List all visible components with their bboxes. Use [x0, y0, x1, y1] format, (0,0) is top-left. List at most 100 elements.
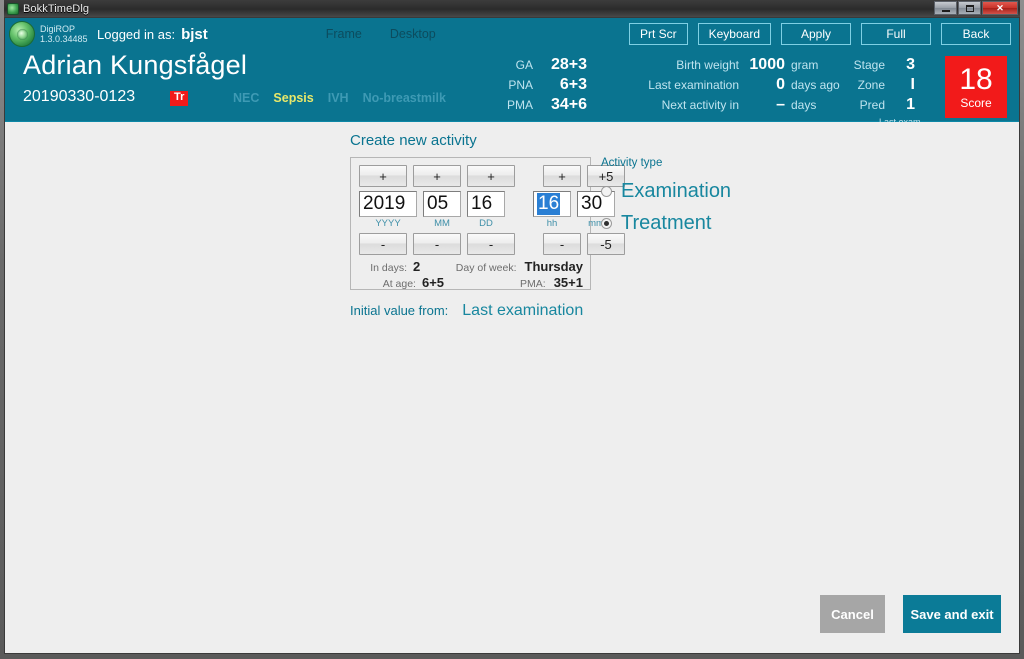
decrement-month-button[interactable]: -: [413, 233, 461, 255]
picker-summary: In days: 2 Day of week: Thursday At age:…: [361, 259, 583, 291]
next-activity-value: –: [776, 96, 785, 113]
activity-type-label: Activity type: [601, 157, 663, 169]
radio-treatment-icon[interactable]: [601, 217, 612, 229]
save-and-exit-button[interactable]: Save and exit: [903, 595, 1001, 633]
minimize-button[interactable]: [934, 1, 957, 15]
month-value: 05: [427, 193, 449, 214]
logged-in-user: bjst: [181, 25, 208, 43]
pma-value: 34+6: [550, 96, 587, 113]
patient-id: 20190330-0123: [23, 88, 136, 105]
score-label: Score: [960, 95, 992, 110]
decrement-button-row: - - - - -5: [359, 233, 625, 255]
at-age-label: At age:: [382, 278, 416, 290]
radio-examination-label: Examination: [621, 179, 732, 202]
cancel-button[interactable]: Cancel: [820, 595, 885, 633]
day-of-week-value: Thursday: [524, 259, 584, 274]
close-button[interactable]: ✕: [982, 1, 1018, 15]
finding-row-zone: Zone I: [839, 76, 923, 96]
increment-button-row: + + + + +5: [359, 165, 625, 187]
pna-label: PNA: [508, 78, 533, 92]
year-field-label: YYYY: [375, 218, 401, 229]
initial-value-source[interactable]: Last examination: [462, 302, 583, 320]
summary-row-top: In days: 2 Day of week: Thursday: [361, 259, 583, 275]
last-examination-unit: days ago: [791, 78, 840, 92]
next-activity-unit: days: [791, 98, 817, 112]
app-name: DigiROP: [40, 23, 76, 34]
birth-weight-unit: gram: [791, 58, 819, 72]
radio-examination-icon[interactable]: [601, 185, 612, 197]
age-row-pma: PMA 34+6: [497, 96, 587, 116]
brand-block: DigiROP 1.3.0.34485: [5, 21, 97, 47]
activity-type-group: Activity type Examination Treatment: [601, 157, 731, 239]
year-value: 2019: [363, 193, 406, 214]
condition-nec: NEC: [233, 91, 260, 105]
hour-input[interactable]: 16: [533, 191, 571, 217]
condition-ivh: IVH: [327, 91, 349, 105]
increment-year-button[interactable]: +: [359, 165, 407, 187]
hour-field-label: hh: [546, 218, 558, 229]
radio-treatment[interactable]: Treatment: [601, 207, 731, 239]
maximize-button[interactable]: [958, 1, 981, 15]
nav-links: Frame Desktop: [326, 27, 436, 41]
measure-row-last-examination: Last examination 0 days ago: [617, 76, 840, 96]
stage-value: 3: [906, 56, 915, 73]
hour-value: 16: [537, 193, 561, 215]
print-screen-button[interactable]: Prt Scr: [628, 23, 688, 45]
measure-row-birth-weight: Birth weight 1000 gram: [617, 56, 840, 76]
brand-text: DigiROP 1.3.0.34485: [40, 24, 88, 45]
datetime-picker-panel: + + + + +5 2019 YYYY 05 MM 16 DD 16 hh 3…: [350, 157, 625, 291]
day-field-label: DD: [479, 218, 493, 229]
condition-no-breastmilk: No-breastmilk: [362, 91, 446, 105]
next-activity-label: Next activity in: [661, 98, 739, 112]
month-input[interactable]: 05: [423, 191, 461, 217]
radio-treatment-label: Treatment: [621, 211, 712, 234]
year-field-cell: 2019 YYYY: [359, 191, 417, 229]
age-row-pna: PNA 6+3: [497, 76, 587, 96]
full-button[interactable]: Full: [861, 23, 931, 45]
nav-link-desktop[interactable]: Desktop: [390, 27, 436, 41]
footer-actions: Cancel Save and exit: [820, 595, 1001, 633]
top-nav-bar: DigiROP 1.3.0.34485 Logged in as: bjst F…: [5, 18, 1019, 50]
in-days-value: 2: [413, 259, 421, 274]
decrement-year-button[interactable]: -: [359, 233, 407, 255]
app-version: 1.3.0.34485: [40, 34, 88, 44]
page-title: Create new activity: [350, 132, 477, 149]
month-field-cell: 05 MM: [423, 191, 461, 229]
decrement-hour-button[interactable]: -: [543, 233, 581, 255]
app-icon: [7, 2, 19, 15]
pna-value: 6+3: [559, 76, 587, 93]
increment-hour-button[interactable]: +: [543, 165, 581, 187]
age-row-ga: GA 28+3: [497, 56, 587, 76]
initial-value-row: Initial value from: Last examination: [350, 302, 583, 320]
stage-label: Stage: [853, 58, 885, 72]
day-field-cell: 16 DD: [467, 191, 505, 229]
radio-examination[interactable]: Examination: [601, 175, 731, 207]
hour-field-cell: 16 hh: [533, 191, 571, 229]
summary-row-bottom: At age: 6+5 PMA: 35+1: [361, 275, 583, 291]
condition-tags: NEC Sepsis IVH No-breastmilk: [233, 91, 446, 105]
initial-value-label: Initial value from:: [350, 303, 449, 318]
increment-month-button[interactable]: +: [413, 165, 461, 187]
day-of-week-label: Day of week:: [455, 262, 517, 274]
month-field-label: MM: [434, 218, 450, 229]
pred-label: Pred: [859, 98, 885, 112]
nav-link-frame[interactable]: Frame: [326, 27, 362, 41]
decrement-day-button[interactable]: -: [467, 233, 515, 255]
ga-label: GA: [515, 58, 533, 72]
finding-row-pred: Pred 1: [839, 96, 923, 116]
last-examination-label: Last examination: [648, 78, 739, 92]
keyboard-button[interactable]: Keyboard: [697, 23, 771, 45]
window-client-area: DigiROP 1.3.0.34485 Logged in as: bjst F…: [4, 17, 1020, 654]
back-button[interactable]: Back: [941, 23, 1011, 45]
gestational-ages: GA 28+3 PNA 6+3 PMA 34+6: [497, 56, 587, 116]
increment-day-button[interactable]: +: [467, 165, 515, 187]
logged-in-label: Logged in as:: [97, 26, 176, 42]
score-value: 18: [959, 62, 993, 96]
day-input[interactable]: 16: [467, 191, 505, 217]
apply-button[interactable]: Apply: [781, 23, 851, 45]
year-input[interactable]: 2019: [359, 191, 417, 217]
minute-value: 30: [581, 193, 603, 214]
